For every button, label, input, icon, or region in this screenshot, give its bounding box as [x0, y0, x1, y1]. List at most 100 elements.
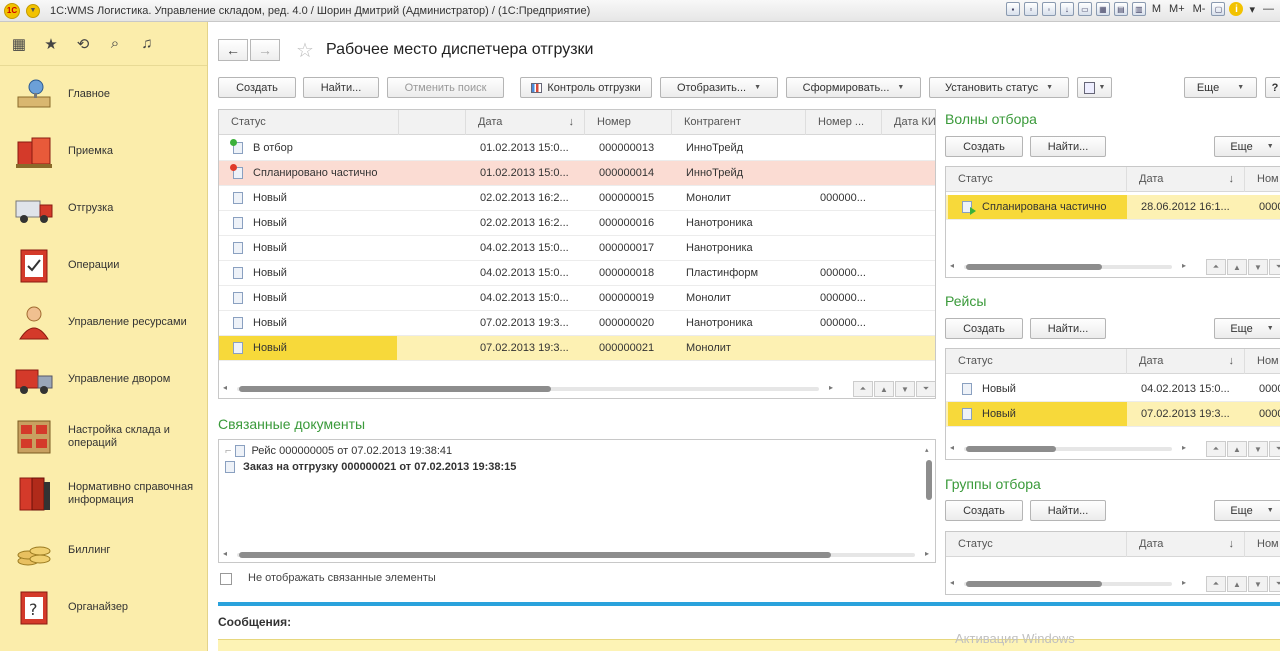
memory-button[interactable]: M	[1150, 3, 1163, 15]
tree-item[interactable]: ⌐ Рейс 000000005 от 07.02.2013 19:38:41	[225, 443, 452, 459]
table-row[interactable]: Новый 04.02.2013 15:0... 000000019 Монол…	[219, 286, 935, 311]
scroll-left-icon[interactable]: ◂	[950, 578, 954, 587]
download-icon[interactable]: ↓	[1059, 2, 1074, 16]
forward-button[interactable]: →	[250, 39, 280, 61]
trips-create-button[interactable]: Создать	[945, 318, 1023, 339]
tree-item-selected[interactable]: Заказ на отгрузку 000000021 от 07.02.201…	[225, 459, 516, 475]
column-number[interactable]: Ном	[1245, 349, 1280, 374]
memory-minus-button[interactable]: M-	[1191, 3, 1208, 15]
trips-find-button[interactable]: Найти...	[1030, 318, 1106, 339]
horizontal-scrollbar[interactable]: ◂ ▸	[223, 383, 833, 395]
trips-more-button[interactable]: Еще ▼	[1214, 318, 1280, 339]
find-button[interactable]: Найти...	[303, 77, 379, 98]
first-page-icon[interactable]: ⏶	[1206, 259, 1226, 275]
preview-icon[interactable]: ◦	[1041, 2, 1056, 16]
grid-menu-icon[interactable]: ▦	[10, 35, 28, 53]
table-row[interactable]: Новый 04.02.2013 15:0... 000000017 Нанот…	[219, 236, 935, 261]
scroll-left-icon[interactable]: ◂	[950, 443, 954, 452]
table-row[interactable]: В отбор 01.02.2013 15:0... 000000013 Инн…	[219, 136, 935, 161]
scroll-thumb[interactable]	[926, 460, 932, 500]
groups-create-button[interactable]: Создать	[945, 500, 1023, 521]
help-button[interactable]: ?	[1265, 77, 1280, 98]
scroll-thumb[interactable]	[966, 446, 1056, 452]
scroll-right-icon[interactable]: ▸	[1182, 443, 1186, 452]
first-page-icon[interactable]: ⏶	[1206, 441, 1226, 457]
sidebar-item-main[interactable]: Главное	[0, 66, 207, 123]
last-page-icon[interactable]: ⏷	[1269, 441, 1280, 457]
waves-find-button[interactable]: Найти...	[1030, 136, 1106, 157]
shipment-control-button[interactable]: Контроль отгрузки	[520, 77, 652, 98]
column-date[interactable]: Дата ↓	[1127, 349, 1245, 374]
next-page-icon[interactable]: ▼	[1248, 259, 1268, 275]
column-status[interactable]: Статус	[219, 110, 399, 135]
copy-icon[interactable]: ▭	[1077, 2, 1092, 16]
create-button[interactable]: Создать	[218, 77, 296, 98]
column-number2[interactable]: Номер ...	[806, 110, 882, 135]
scroll-right-icon[interactable]: ▸	[925, 549, 929, 558]
scroll-thumb[interactable]	[239, 552, 831, 558]
sidebar-item-reference[interactable]: Нормативно справочная информация	[0, 465, 207, 522]
table-row-selected[interactable]: Новый 07.02.2013 19:3... 000000021 Монол…	[219, 336, 935, 361]
groups-more-button[interactable]: Еще ▼	[1214, 500, 1280, 521]
prev-page-icon[interactable]: ▲	[874, 381, 894, 397]
horizontal-scrollbar[interactable]: ◂ ▸	[950, 578, 1186, 590]
scroll-left-icon[interactable]: ◂	[950, 261, 954, 270]
horizontal-scrollbar[interactable]: ◂ ▸	[950, 443, 1186, 455]
table-icon[interactable]: ▤	[1113, 2, 1128, 16]
form-button[interactable]: Сформировать... ▼	[786, 77, 921, 98]
table-row[interactable]: Новый 07.02.2013 19:3... 000000020 Нанот…	[219, 311, 935, 336]
memory-plus-button[interactable]: M+	[1167, 3, 1187, 15]
table-row[interactable]: Новый 04.02.2013 15:0... 0000	[946, 377, 1280, 402]
scroll-right-icon[interactable]: ▸	[829, 383, 833, 392]
waves-more-button[interactable]: Еще ▼	[1214, 136, 1280, 157]
cancel-search-button[interactable]: Отменить поиск	[387, 77, 504, 98]
sidebar-item-operations[interactable]: Операции	[0, 237, 207, 294]
orders-table[interactable]: Статус Дата ↓ Номер Контрагент Номер ... …	[218, 109, 936, 399]
calculator-icon[interactable]: ▥	[1131, 2, 1146, 16]
prev-page-icon[interactable]: ▲	[1227, 259, 1247, 275]
related-documents-tree[interactable]: ⌐ Рейс 000000005 от 07.02.2013 19:38:41 З…	[218, 439, 936, 563]
sidebar-item-shipping[interactable]: Отгрузка	[0, 180, 207, 237]
waves-table[interactable]: Статус Дата ↓ Ном Спланирована частично 2…	[945, 166, 1280, 278]
info-icon[interactable]: i	[1229, 2, 1244, 16]
table-row[interactable]: Новый 02.02.2013 16:2... 000000016 Нанот…	[219, 211, 935, 236]
search-icon[interactable]: ⌕	[106, 35, 124, 52]
last-page-icon[interactable]: ⏷	[1269, 259, 1280, 275]
display-button[interactable]: Отобразить... ▼	[660, 77, 778, 98]
table-row[interactable]: Новый 02.02.2013 16:2... 000000015 Монол…	[219, 186, 935, 211]
window-icon[interactable]: ▢	[1211, 2, 1226, 16]
column-date-ki[interactable]: Дата КИ	[882, 110, 935, 135]
sidebar-item-organizer[interactable]: ? Органайзер	[0, 579, 207, 636]
first-page-icon[interactable]: ⏶	[853, 381, 873, 397]
prev-page-icon[interactable]: ▲	[1227, 441, 1247, 457]
column-number[interactable]: Ном	[1245, 167, 1280, 192]
column-date[interactable]: Дата ↓	[1127, 532, 1245, 557]
last-page-icon[interactable]: ⏷	[916, 381, 935, 397]
column-partner[interactable]: Контрагент	[672, 110, 806, 135]
hide-related-checkbox[interactable]	[220, 573, 232, 585]
scroll-right-icon[interactable]: ▸	[1182, 261, 1186, 270]
minimize-icon[interactable]: —	[1261, 3, 1276, 15]
app-logo-icon[interactable]: 1C	[4, 2, 20, 19]
back-button[interactable]: ←	[218, 39, 248, 61]
history-icon[interactable]: ⟲	[74, 35, 92, 53]
column-number[interactable]: Ном	[1245, 532, 1280, 557]
chevron-down-icon[interactable]: ▾	[1247, 3, 1257, 16]
scroll-left-icon[interactable]: ◂	[223, 383, 227, 392]
last-page-icon[interactable]: ⏷	[1269, 576, 1280, 592]
sidebar-item-resources[interactable]: Управление ресурсами	[0, 294, 207, 351]
column-number[interactable]: Номер	[585, 110, 672, 135]
more-button[interactable]: Еще ▼	[1184, 77, 1257, 98]
table-row-selected[interactable]: Новый 07.02.2013 19:3... 0000	[946, 402, 1280, 427]
vertical-scrollbar[interactable]: ▴	[925, 446, 933, 550]
sidebar-item-billing[interactable]: Биллинг	[0, 522, 207, 579]
groups-find-button[interactable]: Найти...	[1030, 500, 1106, 521]
prev-page-icon[interactable]: ▲	[1227, 576, 1247, 592]
table-row[interactable]: Спланировано частично 01.02.2013 15:0...…	[219, 161, 935, 186]
calendar-icon[interactable]: ▦	[1095, 2, 1110, 16]
main-menu-icon[interactable]: ▼	[26, 3, 40, 18]
next-page-icon[interactable]: ▼	[895, 381, 915, 397]
column-status[interactable]: Статус	[946, 349, 1127, 374]
scroll-up-icon[interactable]: ▴	[925, 446, 929, 454]
scroll-left-icon[interactable]: ◂	[223, 549, 227, 558]
